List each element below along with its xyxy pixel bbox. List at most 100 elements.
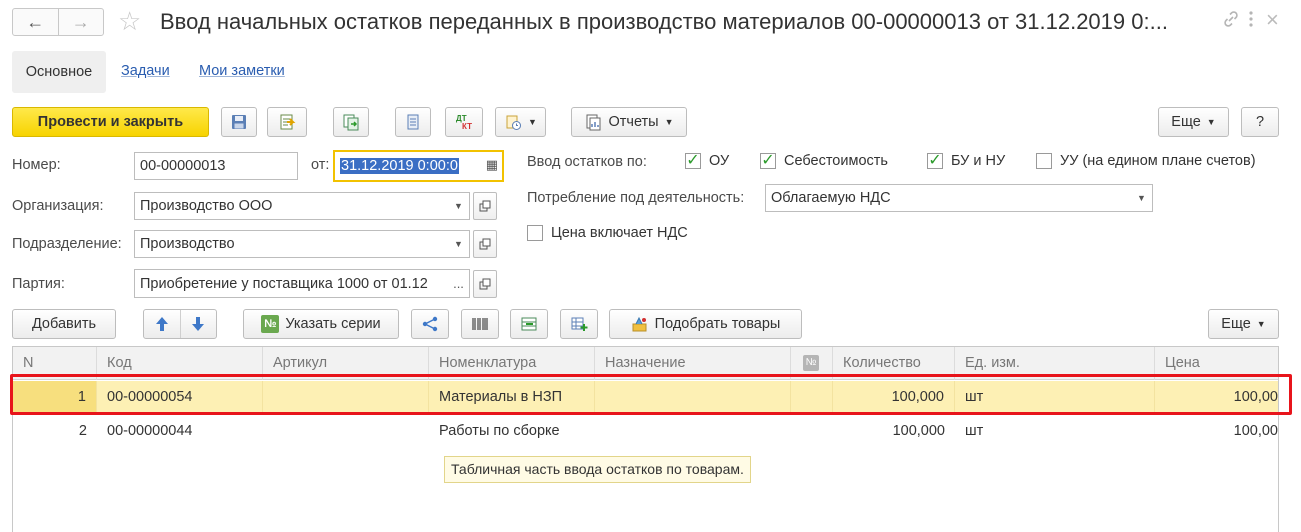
navigation-buttons: ← → — [12, 8, 104, 36]
post-and-close-button[interactable]: Провести и закрыть — [12, 107, 209, 137]
checkbox-checked-icon[interactable]: ✓ — [760, 153, 776, 169]
pick-goods-button[interactable]: Подобрать товары — [609, 309, 802, 339]
specify-series-button[interactable]: № Указать серии — [243, 309, 399, 339]
back-arrow-icon[interactable]: ← — [13, 9, 58, 35]
check-ou-label: ОУ — [709, 153, 730, 169]
save-icon — [232, 115, 246, 129]
cell-article[interactable] — [263, 415, 429, 448]
forward-arrow-icon[interactable]: → — [57, 9, 104, 35]
share-icon — [422, 316, 438, 332]
specify-series-label: Указать серии — [285, 316, 381, 332]
batch-label: Партия: — [12, 276, 65, 292]
cell-price[interactable]: 100,00 — [1155, 415, 1278, 448]
check-cost-label: Себестоимость — [784, 153, 888, 169]
number-value: 00-00000013 — [140, 158, 226, 174]
table-more-button[interactable]: Еще ▼ — [1208, 309, 1279, 339]
table-row[interactable]: 2 00-00000044 Работы по сборке 100,000 ш… — [13, 415, 1278, 448]
barcode-icon — [472, 318, 488, 330]
add-button[interactable]: Добавить — [12, 309, 116, 339]
chevron-down-icon[interactable]: ▼ — [447, 193, 469, 219]
reports-button[interactable]: Отчеты ▼ — [571, 107, 687, 137]
reports-icon — [586, 114, 601, 131]
date-label: от: — [311, 157, 330, 173]
consumption-label: Потребление под деятельность: — [527, 190, 745, 206]
more-menu-icon[interactable] — [1248, 10, 1254, 33]
create-based-on-button[interactable] — [333, 107, 369, 137]
number-column-icon: № — [803, 355, 819, 372]
batch-value: Приобретение у поставщика 1000 от 01.12 — [140, 275, 428, 292]
chevron-down-icon: ▼ — [528, 117, 537, 127]
cell-item[interactable]: Работы по сборке — [429, 415, 595, 448]
svg-text:КТ: КТ — [462, 122, 472, 131]
related-documents-icon — [506, 115, 522, 130]
tab-notes[interactable]: Мои заметки — [199, 63, 285, 79]
move-up-button[interactable] — [144, 310, 181, 338]
share-button[interactable] — [411, 309, 449, 339]
batch-open-button[interactable] — [473, 270, 497, 298]
help-button[interactable]: ? — [1241, 107, 1279, 137]
department-open-button[interactable] — [473, 230, 497, 258]
table-more-label: Еще — [1221, 316, 1251, 332]
save-button[interactable] — [221, 107, 257, 137]
checkbox-unchecked-icon[interactable] — [527, 225, 543, 241]
add-rows-button[interactable] — [560, 309, 598, 339]
move-down-button[interactable] — [181, 310, 217, 338]
organization-field[interactable]: Производство ООО ▼ — [134, 192, 470, 220]
consumption-value: Облагаемую НДС — [771, 190, 891, 206]
cell-code[interactable]: 00-00000044 — [97, 415, 263, 448]
chevron-down-icon: ▼ — [664, 117, 674, 127]
checkbox-checked-icon[interactable]: ✓ — [927, 153, 943, 169]
open-icon — [479, 238, 491, 250]
chevron-down-icon[interactable]: ▼ — [1130, 185, 1152, 211]
check-bu-nu-label: БУ и НУ — [951, 153, 1006, 169]
tab-tasks[interactable]: Задачи — [121, 63, 170, 79]
consumption-field[interactable]: Облагаемую НДС ▼ — [765, 184, 1153, 212]
cell-unit[interactable]: шт — [955, 415, 1155, 448]
favorite-star-icon[interactable]: ☆ — [118, 6, 141, 36]
help-label: ? — [1255, 114, 1265, 130]
cell-number[interactable] — [791, 415, 833, 448]
related-documents-button[interactable]: ▼ — [495, 107, 546, 137]
date-value: 31.12.2019 0:00:0 — [340, 158, 459, 174]
check-uu[interactable]: УУ (на едином плане счетов) — [1036, 153, 1256, 169]
cell-quantity[interactable]: 100,000 — [833, 415, 955, 448]
table-hint: Табличная часть ввода остатков по товара… — [444, 456, 751, 483]
department-field[interactable]: Производство ▼ — [134, 230, 470, 258]
cell-purpose[interactable] — [595, 415, 791, 448]
date-field[interactable]: 31.12.2019 0:00:0 ▦ — [333, 150, 504, 182]
chevron-down-icon[interactable]: ▼ — [447, 231, 469, 257]
open-icon — [479, 278, 491, 290]
link-icon[interactable] — [1222, 10, 1240, 33]
department-value: Производство — [140, 236, 235, 252]
list-icon — [407, 114, 419, 130]
pick-goods-icon — [632, 316, 647, 332]
check-cost[interactable]: ✓ Себестоимость — [760, 153, 888, 169]
cell-n[interactable]: 2 — [13, 415, 97, 448]
barcode-button[interactable] — [461, 309, 499, 339]
close-icon[interactable]: × — [1266, 7, 1279, 33]
post-button[interactable] — [267, 107, 307, 137]
vat-included-checkbox[interactable]: Цена включает НДС — [527, 225, 688, 241]
check-ou[interactable]: ✓ ОУ — [685, 153, 729, 169]
check-bu-nu[interactable]: ✓ БУ и НУ — [927, 153, 1005, 169]
add-label: Добавить — [31, 316, 97, 332]
dt-kt-button[interactable]: ДТ КТ — [445, 107, 483, 137]
organization-label: Организация: — [12, 198, 104, 214]
tab-main[interactable]: Основное — [12, 51, 106, 93]
checkbox-checked-icon[interactable]: ✓ — [685, 153, 701, 169]
checkbox-unchecked-icon[interactable] — [1036, 153, 1052, 169]
batch-select-button[interactable]: ... — [447, 270, 469, 297]
number-field[interactable]: 00-00000013 — [134, 152, 298, 180]
organization-open-button[interactable] — [473, 192, 497, 220]
calendar-icon[interactable]: ▦ — [486, 157, 498, 173]
move-buttons — [143, 309, 217, 339]
check-uu-label: УУ (на едином плане счетов) — [1060, 153, 1256, 169]
fill-button[interactable] — [510, 309, 548, 339]
post-and-close-label: Провести и закрыть — [37, 114, 184, 130]
list-button[interactable] — [395, 107, 431, 137]
post-icon — [280, 114, 296, 130]
open-icon — [479, 200, 491, 212]
chevron-down-icon: ▼ — [1206, 117, 1216, 127]
batch-field[interactable]: Приобретение у поставщика 1000 от 01.12 … — [134, 269, 470, 298]
more-button[interactable]: Еще ▼ — [1158, 107, 1229, 137]
